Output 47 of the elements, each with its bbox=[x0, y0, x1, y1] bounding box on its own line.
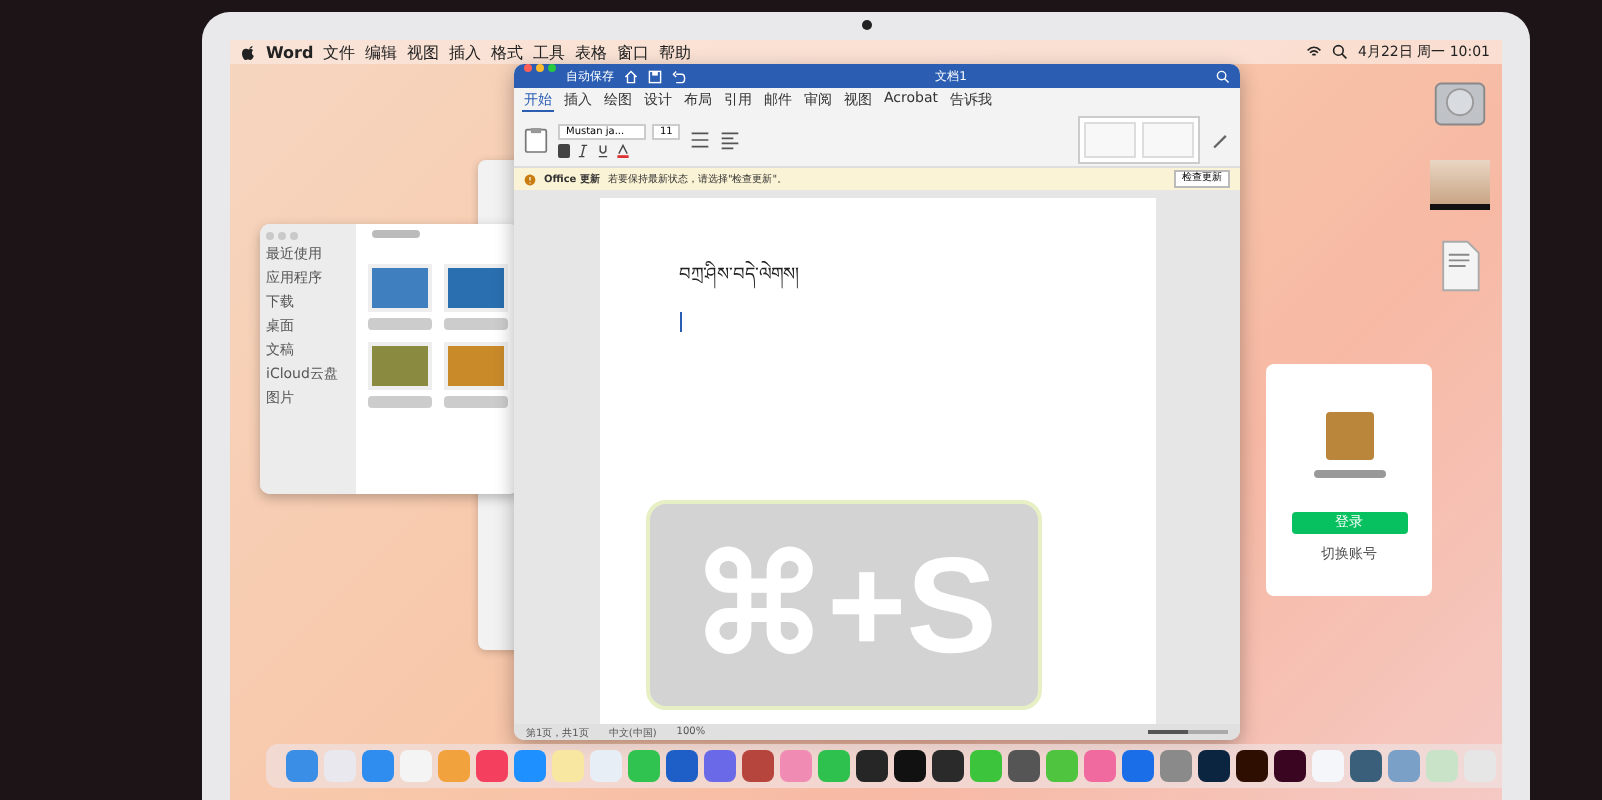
folder-title-placeholder bbox=[372, 230, 420, 238]
app-icon[interactable] bbox=[932, 750, 964, 782]
list-icon[interactable] bbox=[690, 130, 711, 150]
app-icon[interactable] bbox=[1198, 750, 1230, 782]
underline-icon[interactable] bbox=[596, 143, 610, 157]
info-icon bbox=[524, 173, 536, 185]
image-thumbnail[interactable] bbox=[444, 264, 508, 312]
menu-item[interactable]: 编辑 bbox=[365, 41, 398, 63]
menu-item[interactable]: 文件 bbox=[323, 41, 356, 63]
avatar-placeholder bbox=[1325, 412, 1373, 460]
home-icon[interactable] bbox=[624, 69, 638, 83]
app-icon[interactable] bbox=[894, 750, 926, 782]
text-cursor bbox=[679, 312, 681, 332]
image-thumbnail[interactable] bbox=[368, 264, 432, 312]
save-icon[interactable] bbox=[648, 69, 662, 83]
file-name-placeholder bbox=[444, 396, 508, 408]
document-text: བཀྲ་ཤིས་བདེ་ལེགས། bbox=[679, 254, 799, 304]
undo-icon[interactable] bbox=[672, 69, 686, 83]
search-icon[interactable] bbox=[1216, 69, 1230, 83]
app-icon[interactable] bbox=[1236, 750, 1268, 782]
menu-item[interactable]: 窗口 bbox=[617, 41, 650, 63]
apple-icon[interactable] bbox=[242, 43, 256, 61]
user-name-placeholder bbox=[1313, 470, 1385, 478]
clipboard-icon[interactable] bbox=[524, 124, 548, 156]
align-icon[interactable] bbox=[720, 130, 741, 150]
file-name-placeholder bbox=[444, 318, 508, 330]
font-color-icon[interactable] bbox=[616, 143, 630, 157]
file-name-placeholder bbox=[368, 318, 432, 330]
menu-item[interactable]: 视图 bbox=[407, 41, 440, 63]
menu-item[interactable]: 帮助 bbox=[659, 41, 692, 63]
menu-item[interactable]: 格式 bbox=[491, 41, 524, 63]
traffic-lights-icon[interactable] bbox=[524, 64, 556, 72]
image-thumbnail[interactable] bbox=[368, 342, 432, 390]
app-icon[interactable] bbox=[1274, 750, 1306, 782]
camera-dot bbox=[862, 20, 872, 30]
menu-item[interactable]: 工具 bbox=[533, 41, 566, 63]
wifi-icon[interactable] bbox=[1306, 44, 1323, 60]
pen-icon[interactable] bbox=[1210, 130, 1230, 150]
file-name-placeholder bbox=[368, 396, 432, 408]
menu-item[interactable]: 插入 bbox=[449, 41, 482, 63]
menu-item[interactable]: 表格 bbox=[575, 41, 608, 63]
app-icon[interactable] bbox=[856, 750, 888, 782]
italic-icon[interactable] bbox=[576, 143, 590, 157]
menu-app-name[interactable]: Word bbox=[266, 43, 314, 61]
search-icon[interactable] bbox=[1332, 44, 1349, 60]
image-thumbnail[interactable] bbox=[444, 342, 508, 390]
photo-placeholder[interactable] bbox=[1430, 160, 1490, 210]
